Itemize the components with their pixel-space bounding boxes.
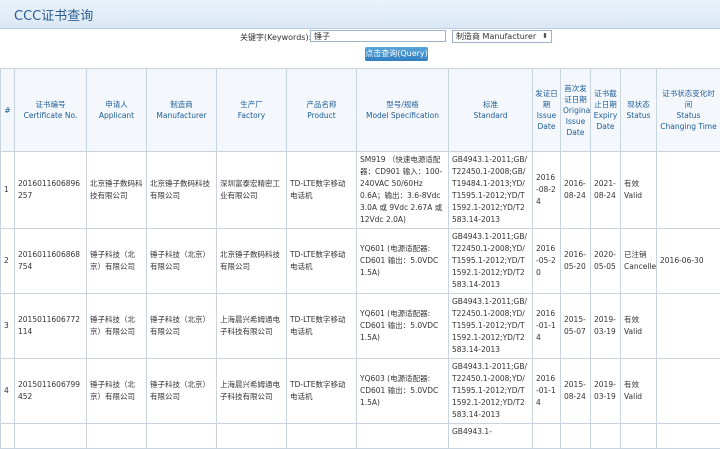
cell-model: YQ603 (电源适配器: CD601 输出：5.0VDC 1.5A) <box>357 359 449 424</box>
cell-cert: 2015011606772114 <box>15 294 87 359</box>
cell-product: TD-LTE数字移动电话机 <box>287 152 357 229</box>
cell-applicant <box>87 424 147 449</box>
keyword-label: 关键字(Keywords): <box>240 32 311 43</box>
cell-cert: 2015011606799452 <box>15 359 87 424</box>
cell-index: 4 <box>1 359 15 424</box>
cell-standard: GB4943.1-2011;GB/T22450.1-2008;YD/T1595.… <box>449 359 533 424</box>
cell-manufacturer: 北京锤子数码科技有限公司 <box>147 152 217 229</box>
cell-cert <box>15 424 87 449</box>
cell-issue <box>533 424 561 449</box>
col-header-changed: 证书状态变化时间Status Changing Time <box>657 69 720 152</box>
col-header-manufacturer: 制造商Manufacturer <box>147 69 217 152</box>
cell-applicant: 锤子科技（北京）有限公司 <box>87 294 147 359</box>
col-header-standard: 标准Standard <box>449 69 533 152</box>
cell-manufacturer <box>147 424 217 449</box>
query-button[interactable]: 点击查询(Query) <box>365 47 428 61</box>
col-header-expiry: 证书截止日期Expiry Date <box>591 69 621 152</box>
cell-product: TD-LTE数字移动电话机 <box>287 359 357 424</box>
results-table: # 证书编号Certificate No. 申请人Applicant 制造商Ma… <box>0 68 720 449</box>
col-header-index: # <box>1 69 15 152</box>
cell-expiry: 2020-05-05 <box>591 229 621 294</box>
cell-factory: 深圳富泰宏精密工业有限公司 <box>217 152 287 229</box>
cell-model <box>357 424 449 449</box>
cell-original <box>561 424 591 449</box>
cell-issue: 2016-08-24 <box>533 152 561 229</box>
cell-manufacturer: 锤子科技（北京）有限公司 <box>147 359 217 424</box>
cell-factory: 上海晨兴希姆通电子科技有限公司 <box>217 359 287 424</box>
cell-status: 有效 Valid <box>621 294 657 359</box>
cell-status <box>621 424 657 449</box>
cell-original: 2015-05-07 <box>561 294 591 359</box>
search-field-select[interactable]: 制造商 Manufacturer ⬍ <box>452 30 552 43</box>
col-header-issue: 发证日期Issue Date <box>533 69 561 152</box>
table-row: 4 2015011606799452 锤子科技（北京）有限公司 锤子科技（北京）… <box>1 359 720 424</box>
cell-changed <box>657 359 720 424</box>
cell-standard: GB4943.1- <box>449 424 533 449</box>
cell-applicant: 北京锤子数码科技有限公司 <box>87 152 147 229</box>
cell-factory: 上海晨兴希姆通电子科技有限公司 <box>217 294 287 359</box>
cell-original: 2016-08-24 <box>561 152 591 229</box>
table-row: 2 2016011606868754 锤子科技（北京）有限公司 锤子科技（北京）… <box>1 229 720 294</box>
cell-applicant: 锤子科技（北京）有限公司 <box>87 359 147 424</box>
cell-applicant: 锤子科技（北京）有限公司 <box>87 229 147 294</box>
col-header-factory: 生产厂Factory <box>217 69 287 152</box>
cell-cert: 2016011606868754 <box>15 229 87 294</box>
cell-manufacturer: 锤子科技（北京）有限公司 <box>147 294 217 359</box>
cell-status: 有效 Valid <box>621 152 657 229</box>
page-title: CCC证书查询 <box>14 5 93 24</box>
cell-index: 3 <box>1 294 15 359</box>
cell-expiry: 2021-08-24 <box>591 152 621 229</box>
cell-standard: GB4943.1-2011;GB/T22450.1-2008;YD/T1595.… <box>449 294 533 359</box>
cell-factory <box>217 424 287 449</box>
col-header-original: 首次发证日期Original Issue Date <box>561 69 591 152</box>
cell-issue: 2016-01-14 <box>533 294 561 359</box>
cell-status: 已注销 Cancelled <box>621 229 657 294</box>
cell-factory: 北京锤子数码科技有限公司 <box>217 229 287 294</box>
chevron-down-icon: ⬍ <box>542 31 548 42</box>
cell-index: 1 <box>1 152 15 229</box>
cell-standard: GB4943.1-2011;GB/T22450.1-2008;GB/T19484… <box>449 152 533 229</box>
cell-product: TD-LTE数字移动电话机 <box>287 294 357 359</box>
cell-expiry: 2019-03-19 <box>591 359 621 424</box>
keyword-input[interactable]: 锤子 <box>310 30 446 42</box>
col-header-status: 现状态Status <box>621 69 657 152</box>
cell-manufacturer: 锤子科技（北京）有限公司 <box>147 229 217 294</box>
cell-expiry: 2019-03-19 <box>591 294 621 359</box>
cell-product: TD-LTE数字移动电话机 <box>287 229 357 294</box>
cell-model: SM919 （快速电源适配器：CD901 输入：100-240VAC 50/60… <box>357 152 449 229</box>
cell-changed: 2016-06-30 <box>657 229 720 294</box>
cell-original: 2016-05-20 <box>561 229 591 294</box>
cell-original: 2015-08-24 <box>561 359 591 424</box>
cell-model: YQ601 (电源适配器: CD601 输出：5.0VDC 1.5A) <box>357 229 449 294</box>
cell-product <box>287 424 357 449</box>
cell-changed <box>657 294 720 359</box>
cell-expiry <box>591 424 621 449</box>
cell-index: 2 <box>1 229 15 294</box>
cell-standard: GB4943.1-2011;GB/T22450.1-2008;YD/T1595.… <box>449 229 533 294</box>
cell-issue: 2016-05-20 <box>533 229 561 294</box>
table-row: 3 2015011606772114 锤子科技（北京）有限公司 锤子科技（北京）… <box>1 294 720 359</box>
cell-changed <box>657 152 720 229</box>
table-row: GB4943.1- <box>1 424 720 449</box>
cell-issue: 2016-01-14 <box>533 359 561 424</box>
col-header-model: 型号/规格Model Specification <box>357 69 449 152</box>
cell-cert: 2016011606896257 <box>15 152 87 229</box>
search-form: 关键字(Keywords): 锤子 制造商 Manufacturer ⬍ 点击查… <box>0 28 720 68</box>
header-row: # 证书编号Certificate No. 申请人Applicant 制造商Ma… <box>1 69 720 152</box>
col-header-product: 产品名称Product <box>287 69 357 152</box>
cell-changed <box>657 424 720 449</box>
table-row: 1 2016011606896257 北京锤子数码科技有限公司 北京锤子数码科技… <box>1 152 720 229</box>
col-header-cert: 证书编号Certificate No. <box>15 69 87 152</box>
col-header-applicant: 申请人Applicant <box>87 69 147 152</box>
cell-status: 有效 Valid <box>621 359 657 424</box>
search-field-value: 制造商 Manufacturer <box>456 32 536 41</box>
cell-model: YQ601 (电源适配器: CD601 输出：5.0VDC 1.5A) <box>357 294 449 359</box>
cell-index <box>1 424 15 449</box>
title-bar: CCC证书查询 <box>0 0 720 29</box>
